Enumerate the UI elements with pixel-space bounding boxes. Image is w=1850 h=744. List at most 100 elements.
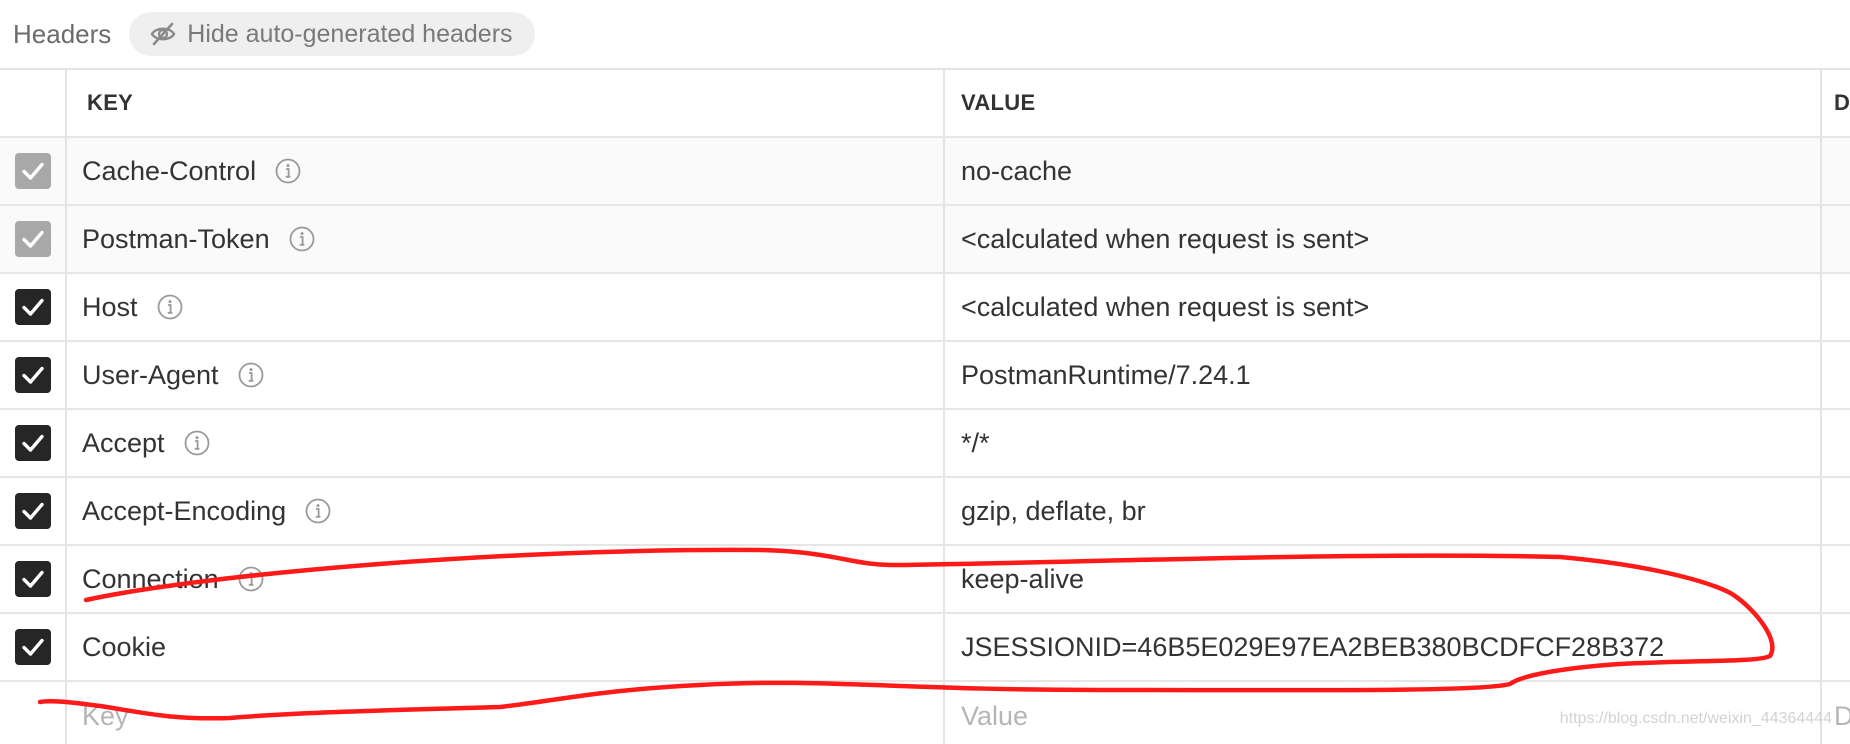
- column-header-key: KEY: [67, 70, 945, 136]
- header-row: Host <calculated when request is sent>: [0, 274, 1850, 342]
- header-enabled-checkbox[interactable]: [14, 221, 51, 257]
- header-rows: Cache-Control no-cache Postman-Token <calcu…: [0, 138, 1850, 682]
- header-enabled-checkbox[interactable]: [14, 289, 51, 325]
- info-icon[interactable]: [237, 565, 265, 593]
- header-description-cell[interactable]: [1822, 478, 1850, 544]
- header-value: <calculated when request is sent>: [961, 223, 1370, 254]
- header-value: <calculated when request is sent>: [961, 291, 1370, 322]
- header-value: no-cache: [961, 155, 1073, 186]
- column-header-description-label: D: [1834, 90, 1850, 115]
- header-row: Postman-Token <calculated when request is…: [0, 206, 1850, 274]
- header-key: Connection: [82, 563, 219, 594]
- header-value-cell[interactable]: keep-alive: [945, 546, 1822, 612]
- header-value-cell[interactable]: PostmanRuntime/7.24.1: [945, 342, 1822, 408]
- header-description-cell[interactable]: [1822, 342, 1850, 408]
- row-check-cell: [0, 546, 67, 612]
- checkmark-icon: [21, 162, 44, 180]
- header-key-cell[interactable]: Accept-Encoding: [67, 478, 945, 544]
- new-row-check-cell: [0, 682, 67, 744]
- header-key: Cache-Control: [82, 155, 257, 186]
- header-key: Host: [82, 291, 138, 322]
- row-check-cell: [0, 274, 67, 340]
- headers-title: Headers: [13, 18, 112, 49]
- checkmark-icon: [21, 366, 44, 384]
- checkmark-icon: [21, 638, 44, 656]
- header-row: User-Agent PostmanRuntime/7.24.1: [0, 342, 1850, 410]
- header-value: JSESSIONID=46B5E029E97EA2BEB380BCDFCF28B…: [961, 631, 1665, 662]
- header-description-cell[interactable]: [1822, 206, 1850, 272]
- row-check-cell: [0, 614, 67, 680]
- header-key-cell[interactable]: Cookie: [67, 614, 945, 680]
- info-icon[interactable]: [237, 361, 265, 389]
- header-key: Cookie: [82, 631, 167, 662]
- header-row: Cookie JSESSIONID=46B5E029E97EA2BEB380BCD…: [0, 614, 1850, 682]
- table-header-row: KEY VALUE D: [0, 70, 1850, 138]
- info-icon[interactable]: [288, 225, 316, 253]
- header-value-cell[interactable]: gzip, deflate, br: [945, 478, 1822, 544]
- row-check-cell: [0, 342, 67, 408]
- info-icon[interactable]: [183, 429, 211, 457]
- header-description-cell[interactable]: [1822, 546, 1850, 612]
- header-enabled-checkbox[interactable]: [14, 425, 51, 461]
- column-header-description: D: [1822, 70, 1850, 136]
- header-value: gzip, deflate, br: [961, 495, 1146, 526]
- header-description-cell[interactable]: [1822, 410, 1850, 476]
- eye-slash-icon: [149, 20, 177, 48]
- header-key: User-Agent: [82, 359, 219, 390]
- checkmark-icon: [21, 434, 44, 452]
- header-value: PostmanRuntime/7.24.1: [961, 359, 1251, 390]
- checkmark-icon: [21, 570, 44, 588]
- info-icon[interactable]: [274, 157, 302, 185]
- header-enabled-checkbox[interactable]: [14, 493, 51, 529]
- header-key-cell[interactable]: User-Agent: [67, 342, 945, 408]
- header-key: Accept-Encoding: [82, 495, 287, 526]
- checkmark-icon: [21, 230, 44, 248]
- column-header-value-label: VALUE: [961, 90, 1036, 115]
- new-value-placeholder: Value: [961, 700, 1029, 731]
- row-check-cell: [0, 138, 67, 204]
- header-row: Accept */*: [0, 410, 1850, 478]
- info-icon[interactable]: [304, 497, 332, 525]
- header-key: Postman-Token: [82, 223, 270, 254]
- header-key-cell[interactable]: Postman-Token: [67, 206, 945, 272]
- header-row: Cache-Control no-cache: [0, 138, 1850, 206]
- header-key-cell[interactable]: Connection: [67, 546, 945, 612]
- header-row: Accept-Encoding gzip, deflate, br: [0, 478, 1850, 546]
- new-description-placeholder: D: [1834, 700, 1850, 731]
- header-description-cell[interactable]: [1822, 274, 1850, 340]
- header-key-cell[interactable]: Host: [67, 274, 945, 340]
- header-row: Connection keep-alive: [0, 546, 1850, 614]
- header-check-cell: [0, 70, 67, 136]
- column-header-key-label: KEY: [87, 90, 134, 115]
- header-value: */*: [961, 427, 990, 458]
- header-value-cell[interactable]: <calculated when request is sent>: [945, 206, 1822, 272]
- row-check-cell: [0, 478, 67, 544]
- header-enabled-checkbox[interactable]: [14, 357, 51, 393]
- row-check-cell: [0, 410, 67, 476]
- header-value-cell[interactable]: */*: [945, 410, 1822, 476]
- header-enabled-checkbox[interactable]: [14, 153, 51, 189]
- checkmark-icon: [21, 298, 44, 316]
- info-icon[interactable]: [156, 293, 184, 321]
- header-value-cell[interactable]: <calculated when request is sent>: [945, 274, 1822, 340]
- header-description-cell[interactable]: [1822, 138, 1850, 204]
- header-enabled-checkbox[interactable]: [14, 561, 51, 597]
- headers-toolbar: Headers Hide auto-generated headers: [0, 0, 1850, 68]
- header-description-cell[interactable]: [1822, 614, 1850, 680]
- new-key-placeholder: Key: [82, 700, 129, 731]
- header-value-cell[interactable]: JSESSIONID=46B5E029E97EA2BEB380BCDFCF28B…: [945, 614, 1822, 680]
- header-enabled-checkbox[interactable]: [14, 629, 51, 665]
- header-key: Accept: [82, 427, 165, 458]
- toggle-label: Hide auto-generated headers: [187, 19, 513, 48]
- header-key-cell[interactable]: Cache-Control: [67, 138, 945, 204]
- header-key-cell[interactable]: Accept: [67, 410, 945, 476]
- checkmark-icon: [21, 502, 44, 520]
- column-header-value: VALUE: [945, 70, 1822, 136]
- new-key-input[interactable]: Key: [67, 682, 945, 744]
- header-value: keep-alive: [961, 563, 1085, 594]
- watermark: https://blog.csdn.net/weixin_44364444: [1559, 710, 1832, 727]
- row-check-cell: [0, 206, 67, 272]
- header-value-cell[interactable]: no-cache: [945, 138, 1822, 204]
- headers-table: KEY VALUE D Cache-Control no-cache Postman…: [0, 68, 1850, 744]
- hide-auto-generated-headers-button[interactable]: Hide auto-generated headers: [129, 12, 535, 56]
